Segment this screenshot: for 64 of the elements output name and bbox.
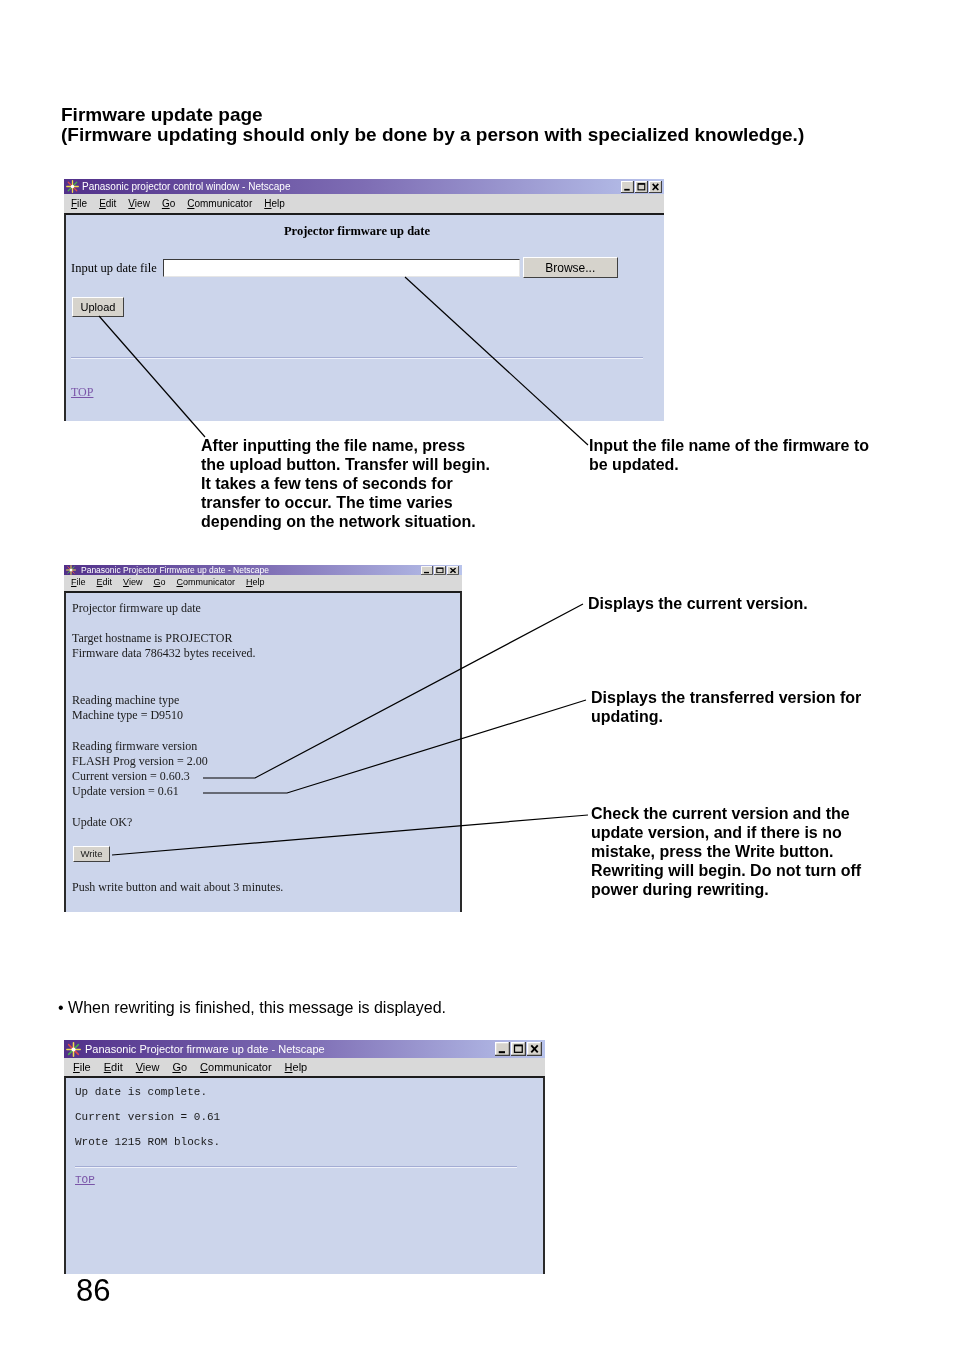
close-icon[interactable] xyxy=(447,565,459,575)
menu-item[interactable]: Communicator xyxy=(176,576,235,590)
menu-item[interactable]: View xyxy=(135,1058,160,1076)
write-button[interactable]: Write xyxy=(73,846,110,862)
menu-item[interactable]: File xyxy=(71,196,88,211)
callout-text: Check the current version and the update version, and if there is no mistake, press the Write button. Rewriting will begin. Do not turn off power during rewriting. xyxy=(591,804,862,899)
starburst-icon xyxy=(66,180,79,193)
callout-text: After inputting the file name, press the upload button. Transfer will begin. It takes a few tens of seconds for transfer to occur. The time varies depending on the network situation. xyxy=(201,436,490,531)
menu-item[interactable]: Go xyxy=(153,576,166,590)
maximize-icon[interactable] xyxy=(635,180,648,193)
upload-button[interactable]: Upload xyxy=(72,297,124,317)
maximize-icon[interactable] xyxy=(434,565,446,575)
callout-text: Input the file name of the firmware to be updated. xyxy=(589,436,870,474)
menu-item[interactable]: Communicator xyxy=(187,196,253,211)
status-line: Wrote 1215 ROM blocks. xyxy=(75,1135,221,1150)
minimize-icon[interactable] xyxy=(621,180,634,193)
menu-item[interactable]: File xyxy=(73,1058,91,1076)
menu-item[interactable]: Help xyxy=(284,1058,308,1076)
starburst-icon xyxy=(66,565,76,575)
menu-item[interactable]: Help xyxy=(264,196,285,211)
status-line: Reading firmware version xyxy=(72,739,198,754)
status-line: Target hostname is PROJECTOR xyxy=(72,631,233,646)
maximize-icon[interactable] xyxy=(511,1042,526,1056)
status-line: FLASH Prog version = 2.00 xyxy=(72,754,208,769)
note-text: • When rewriting is finished, this message is displayed. xyxy=(58,998,446,1018)
menu-item[interactable]: Communicator xyxy=(200,1058,272,1076)
page-subtitle: (Firmware updating should only be done by a person with specialized knowledge.) xyxy=(61,125,805,145)
status-line: Up date is complete. xyxy=(75,1085,208,1100)
status-line: Current version = 0.61 xyxy=(75,1110,221,1125)
menu-item[interactable]: Edit xyxy=(96,576,113,590)
close-icon[interactable] xyxy=(527,1042,542,1056)
status-line: Push write button and wait about 3 minutes. xyxy=(72,880,284,895)
page-number: 86 xyxy=(76,1275,111,1306)
status-line: Update OK? xyxy=(72,815,133,830)
close-icon[interactable] xyxy=(649,180,662,193)
callout-text: Displays the current version. xyxy=(588,594,808,613)
status-line: Reading machine type xyxy=(72,693,180,708)
menu-item[interactable]: View xyxy=(123,576,143,590)
status-line: Firmware data 786432 bytes received. xyxy=(72,646,256,661)
page-title: Firmware update page xyxy=(61,105,263,125)
minimize-icon[interactable] xyxy=(495,1042,510,1056)
callout-text: Displays the transferred version for updating. xyxy=(591,688,862,726)
menu-item[interactable]: Help xyxy=(245,576,265,590)
window-title: Panasonic Projector Firmware up date - Netscape xyxy=(81,565,270,575)
status-line: Current version = 0.60.3 xyxy=(72,769,190,784)
menu-item[interactable]: View xyxy=(128,196,150,211)
menu-item[interactable]: Edit xyxy=(103,1058,123,1076)
window-title: Panasonic Projector firmware up date - Netscape xyxy=(85,1042,325,1057)
starburst-icon xyxy=(66,1041,81,1057)
menu-item[interactable]: Edit xyxy=(99,196,117,211)
status-line: Machine type = D9510 xyxy=(72,708,184,723)
menu-item[interactable]: Go xyxy=(172,1058,188,1076)
window-title: Panasonic projector control window - Netscape xyxy=(82,180,291,194)
field-label: Input up date file xyxy=(71,259,157,276)
top-link[interactable]: TOP xyxy=(75,1173,95,1188)
browse-button[interactable]: Browse... xyxy=(522,257,618,278)
file-input-field[interactable] xyxy=(162,258,520,277)
minimize-icon[interactable] xyxy=(421,565,433,575)
status-line: Projector firmware up date xyxy=(72,601,201,616)
menu-item[interactable]: Go xyxy=(161,196,176,211)
form-heading: Projector firmware up date xyxy=(283,223,431,239)
status-line: Update version = 0.61 xyxy=(72,784,179,799)
top-link[interactable]: TOP xyxy=(71,385,94,399)
menu-item[interactable]: File xyxy=(71,576,86,590)
